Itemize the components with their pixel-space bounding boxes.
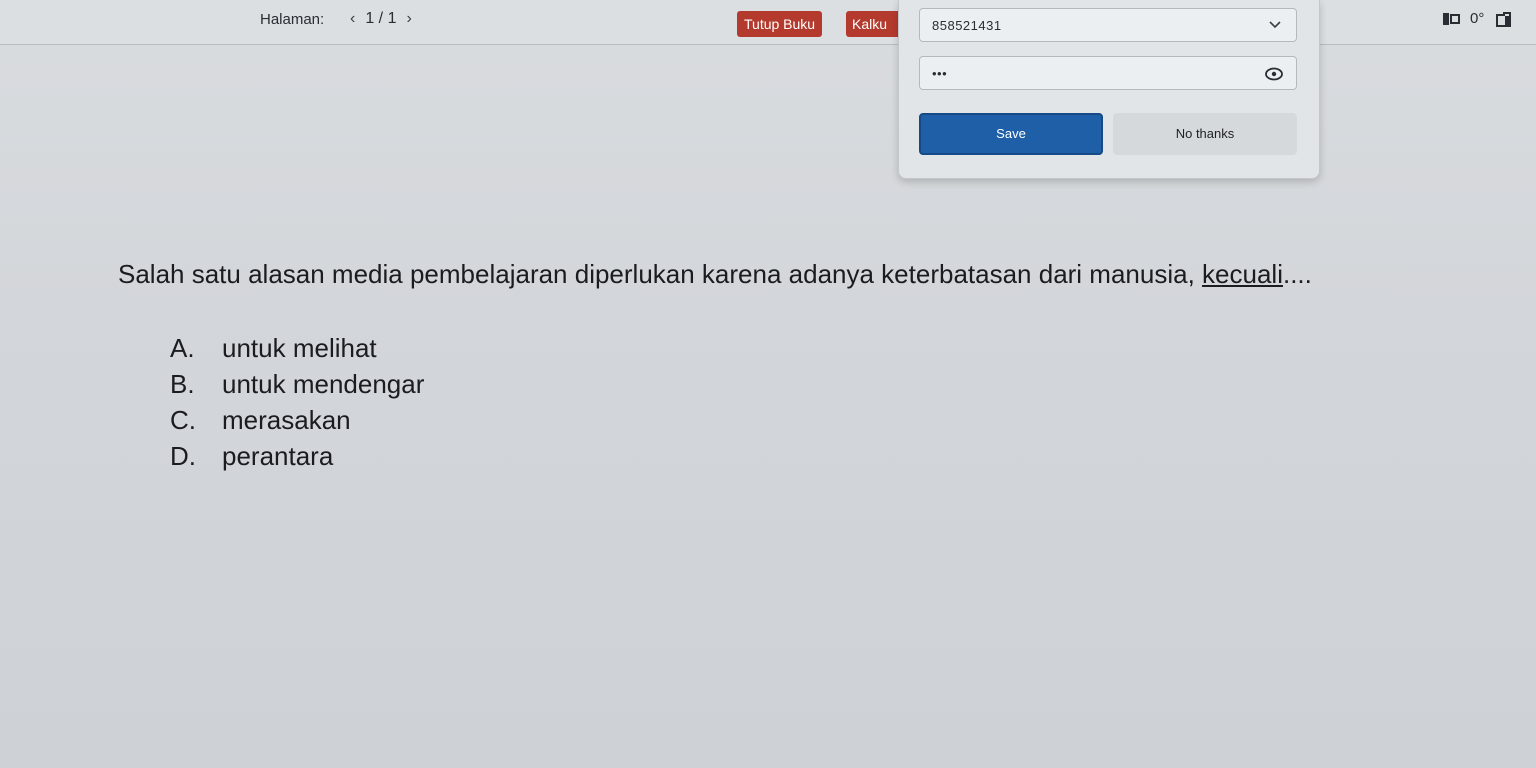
save-password-popup: 858521431 ••• Save No thanks bbox=[898, 0, 1320, 179]
no-thanks-button[interactable]: No thanks bbox=[1113, 113, 1297, 155]
system-tray: 0° bbox=[1442, 10, 1512, 27]
question-text: Salah satu alasan media pembelajaran dip… bbox=[118, 256, 1368, 292]
save-button[interactable]: Save bbox=[919, 113, 1103, 155]
calculator-button[interactable]: Kalku bbox=[846, 11, 904, 37]
option-text: untuk melihat bbox=[222, 333, 377, 363]
option-text: perantara bbox=[222, 441, 334, 471]
username-field[interactable]: 858521431 bbox=[919, 8, 1297, 42]
option-b[interactable]: B. untuk mendengar bbox=[170, 366, 424, 402]
page-indicator: 1 / 1 bbox=[365, 10, 397, 27]
username-value: 858521431 bbox=[932, 18, 1002, 33]
pager: ‹ 1 / 1 › bbox=[350, 10, 412, 28]
question-keyword: kecuali bbox=[1202, 259, 1283, 289]
chevron-down-icon[interactable] bbox=[1268, 17, 1282, 31]
option-text: merasakan bbox=[222, 405, 351, 435]
option-c[interactable]: C. merasakan bbox=[170, 402, 424, 438]
option-d[interactable]: D. perantara bbox=[170, 438, 424, 474]
password-field[interactable]: ••• bbox=[919, 56, 1297, 90]
close-book-button[interactable]: Tutup Buku bbox=[737, 11, 823, 37]
option-text: untuk mendengar bbox=[222, 369, 425, 399]
password-value: ••• bbox=[932, 66, 948, 81]
option-letter: C. bbox=[170, 405, 196, 435]
option-letter: D. bbox=[170, 441, 196, 471]
chevron-right-icon[interactable]: › bbox=[406, 10, 411, 28]
screen-icon bbox=[1443, 12, 1460, 25]
status-text: 0° bbox=[1470, 10, 1485, 27]
eye-icon[interactable] bbox=[1264, 67, 1284, 81]
question-ellipsis: .... bbox=[1282, 259, 1312, 289]
option-letter: A. bbox=[170, 333, 195, 363]
question-text-main: Salah satu alasan media pembelajaran dip… bbox=[118, 259, 1203, 289]
page-label: Halaman: bbox=[260, 11, 325, 28]
option-a[interactable]: A. untuk melihat bbox=[170, 330, 424, 366]
option-letter: B. bbox=[170, 369, 195, 399]
answer-options: A. untuk melihat B. untuk mendengar C. m… bbox=[170, 330, 424, 474]
battery-icon bbox=[1496, 11, 1512, 27]
chevron-left-icon[interactable]: ‹ bbox=[350, 10, 355, 28]
